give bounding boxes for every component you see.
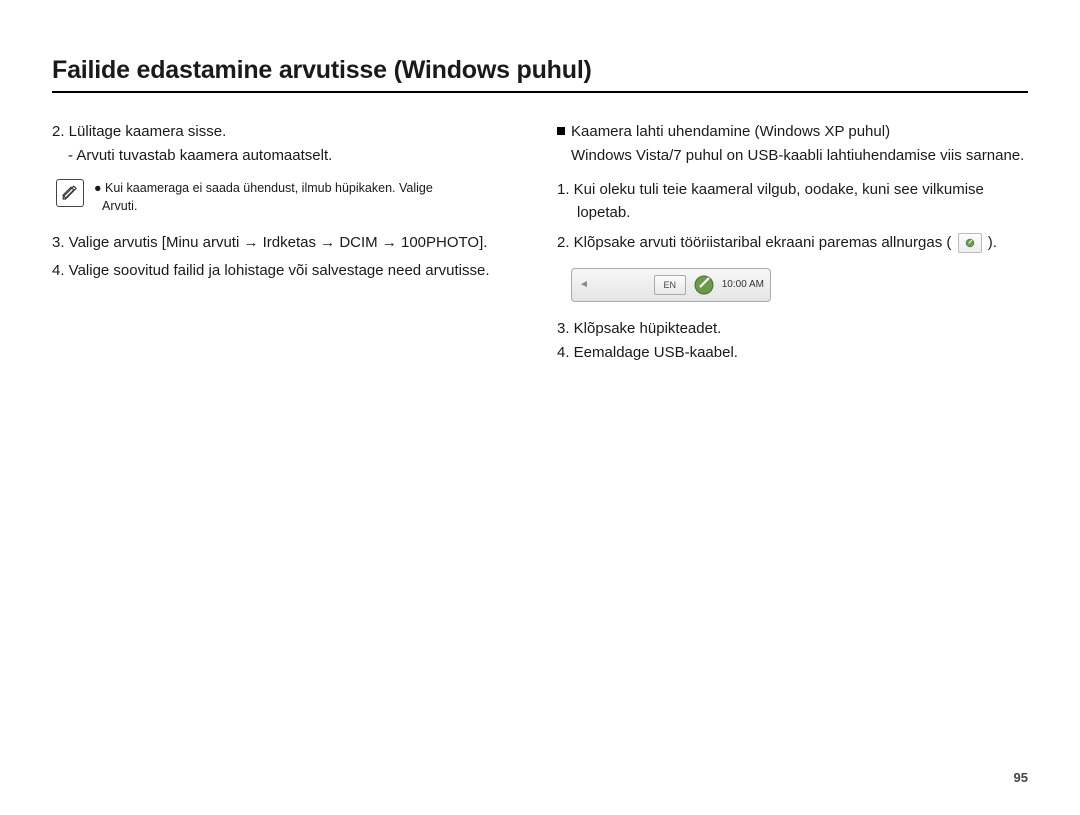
note-line-1: ● Kui kaameraga ei saada ühendust, ilmub… bbox=[94, 179, 433, 198]
content-columns: 2. Lülitage kaamera sisse. - Arvuti tuva… bbox=[52, 121, 1028, 365]
step-2: 2. Lülitage kaamera sisse. bbox=[52, 121, 523, 143]
right-step-2-pre: 2. Klõpsake arvuti tööriistaribal ekraan… bbox=[557, 234, 956, 251]
step-4: 4. Valige soovitud failid ja lohistage v… bbox=[52, 260, 523, 282]
taskbar-clock: 10:00 AM bbox=[722, 278, 764, 293]
right-step-2: 2. Klõpsake arvuti tööriistaribal ekraan… bbox=[557, 232, 1028, 254]
subsection-heading: Kaamera lahti uhendamine (Windows XP puh… bbox=[557, 121, 1028, 143]
subsection-body: Windows Vista/7 puhul on USB-kaabli laht… bbox=[557, 145, 1028, 167]
safely-remove-icon bbox=[958, 233, 982, 253]
step-3: 3. Valige arvutis [Minu arvuti → Irdketa… bbox=[52, 232, 523, 254]
chevron-left-icon: ◄ bbox=[578, 268, 590, 302]
right-column: Kaamera lahti uhendamine (Windows XP puh… bbox=[557, 121, 1028, 365]
right-step-1-line2: lopetab. bbox=[557, 202, 1028, 224]
page-number: 95 bbox=[1014, 770, 1028, 785]
note-line-2: Arvuti. bbox=[94, 197, 433, 216]
note: ● Kui kaameraga ei saada ühendust, ilmub… bbox=[52, 179, 523, 217]
right-step-3: 3. Klõpsake hüpikteadet. bbox=[557, 318, 1028, 340]
square-bullet-icon bbox=[557, 127, 565, 135]
note-icon bbox=[56, 179, 84, 207]
taskbar-tray: ◄ EN 10:00 AM bbox=[571, 268, 771, 302]
right-step-4: 4. Eemaldage USB-kaabel. bbox=[557, 342, 1028, 364]
usb-eject-icon bbox=[692, 273, 716, 297]
left-column: 2. Lülitage kaamera sisse. - Arvuti tuva… bbox=[52, 121, 523, 365]
right-step-1-line1: 1. Kui oleku tuli teie kaameral vilgub, … bbox=[557, 179, 1028, 201]
note-text: ● Kui kaameraga ei saada ühendust, ilmub… bbox=[94, 179, 433, 217]
right-step-2-post: ). bbox=[984, 234, 997, 251]
subsection-title: Kaamera lahti uhendamine (Windows XP puh… bbox=[571, 121, 890, 143]
manual-page: Failide edastamine arvutisse (Windows pu… bbox=[0, 0, 1080, 815]
step-2-sub: - Arvuti tuvastab kaamera automaatselt. bbox=[52, 145, 523, 167]
language-indicator: EN bbox=[654, 275, 686, 295]
page-title: Failide edastamine arvutisse (Windows pu… bbox=[52, 56, 1028, 93]
